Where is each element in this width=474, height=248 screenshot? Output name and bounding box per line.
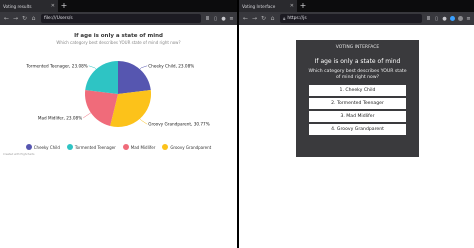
slice-connector bbox=[139, 118, 148, 125]
slice-label: Mad Midlifer, 23.08% bbox=[38, 115, 82, 120]
legend-swatch bbox=[25, 144, 32, 150]
pie-chart: Cheeky Child, 23.08% Groovy Grandparent, … bbox=[25, 61, 210, 127]
legend-item[interactable]: Groovy Grandparent bbox=[162, 144, 211, 150]
library-icon[interactable]: Ⅲ bbox=[425, 14, 432, 23]
account-icon[interactable]: ● bbox=[441, 14, 448, 23]
results-window: Voting results ✕ + ← → ↻ ⌂ file:///Users… bbox=[0, 0, 237, 248]
vote-options: 1. Cheeky Child 2. Tormented Teenager 3.… bbox=[296, 85, 419, 136]
pie-slice-cheeky-child[interactable] bbox=[118, 61, 151, 94]
poll-title: If age is only a state of mind bbox=[314, 58, 401, 65]
url-bar[interactable]: 🔒︎ https://js bbox=[280, 14, 422, 23]
reload-icon[interactable]: ↻ bbox=[20, 14, 29, 23]
tab-bar: Voting Interface ✕ + bbox=[239, 0, 474, 12]
legend-item[interactable]: Mad Midlifer bbox=[122, 144, 156, 150]
slice-connector bbox=[139, 65, 148, 70]
legend-label: Cheeky Child bbox=[33, 144, 60, 150]
back-arrow-icon[interactable]: ← bbox=[241, 14, 250, 23]
extension-icon[interactable] bbox=[457, 14, 464, 23]
poll-question: Which category best describes YOUR state… bbox=[308, 69, 407, 81]
voting-card: VOTING INTERFACE If age is only a state … bbox=[296, 40, 419, 157]
url-text: https://js bbox=[287, 16, 307, 21]
nav-bar: ← → ↻ ⌂ file:///Users/s Ⅲ ▯ ● ≡ bbox=[0, 12, 237, 25]
home-icon[interactable]: ⌂ bbox=[29, 14, 38, 23]
account-icon[interactable]: ● bbox=[220, 14, 227, 23]
url-text: file:///Users/s bbox=[44, 16, 73, 21]
legend-swatch bbox=[66, 144, 73, 150]
tab-title: Voting results bbox=[3, 3, 32, 9]
home-icon[interactable]: ⌂ bbox=[268, 14, 277, 23]
vote-option-mad-midlifer[interactable]: 3. Mad Midlifer bbox=[309, 111, 406, 123]
slice-label: Groovy Grandparent, 30.77% bbox=[148, 122, 210, 127]
legend-item[interactable]: Cheeky Child bbox=[25, 144, 60, 150]
reload-icon[interactable]: ↻ bbox=[259, 14, 268, 23]
library-icon[interactable]: Ⅲ bbox=[204, 14, 211, 23]
tab-voting-results[interactable]: Voting results ✕ bbox=[0, 0, 58, 12]
nav-bar: ← → ↻ ⌂ 🔒︎ https://js Ⅲ ▯ ● ≡ bbox=[239, 12, 474, 25]
pie-slice-tormented-teenager[interactable] bbox=[85, 61, 118, 94]
vote-option-groovy-grandparent[interactable]: 4. Groovy Grandparent bbox=[309, 124, 406, 136]
legend-swatch bbox=[162, 144, 169, 150]
vote-option-cheeky-child[interactable]: 1. Cheeky Child bbox=[309, 85, 406, 97]
legend-swatch bbox=[122, 144, 129, 150]
sidebar-icon[interactable]: ▯ bbox=[212, 14, 219, 23]
slice-connector bbox=[88, 65, 97, 70]
legend-label: Mad Midlifer bbox=[130, 144, 156, 150]
tab-title: Voting Interface bbox=[242, 3, 276, 9]
legend-item[interactable]: Tormented Teenager bbox=[66, 144, 116, 150]
pie-chart-container: If age is only a state of mind Which cat… bbox=[0, 25, 237, 248]
voting-window: Voting Interface ✕ + ← → ↻ ⌂ 🔒︎ https://… bbox=[239, 0, 474, 248]
vote-option-tormented-teenager[interactable]: 2. Tormented Teenager bbox=[309, 98, 406, 110]
voting-header: VOTING INTERFACE bbox=[335, 45, 380, 50]
chart-credit: Created with Highcharts bbox=[3, 153, 35, 156]
new-tab-plus-icon[interactable]: + bbox=[58, 0, 70, 12]
extension-icon[interactable] bbox=[449, 14, 456, 23]
menu-icon[interactable]: ≡ bbox=[465, 14, 472, 23]
slice-connector bbox=[83, 112, 91, 119]
chart-legend: Cheeky Child Tormented Teenager Mad Midlif… bbox=[0, 144, 237, 150]
slice-label: Cheeky Child, 23.08% bbox=[148, 63, 194, 68]
close-icon[interactable]: ✕ bbox=[51, 3, 55, 9]
tab-voting-interface[interactable]: Voting Interface ✕ bbox=[239, 0, 297, 12]
forward-arrow-icon[interactable]: → bbox=[250, 14, 259, 23]
close-icon[interactable]: ✕ bbox=[290, 3, 294, 9]
tab-bar: Voting results ✕ + bbox=[0, 0, 237, 12]
slice-label: Tormented Teenager, 23.08% bbox=[25, 63, 87, 68]
new-tab-plus-icon[interactable]: + bbox=[297, 0, 309, 12]
url-bar[interactable]: file:///Users/s bbox=[41, 14, 201, 23]
back-arrow-icon[interactable]: ← bbox=[2, 14, 11, 23]
menu-icon[interactable]: ≡ bbox=[228, 14, 235, 23]
legend-label: Groovy Grandparent bbox=[170, 144, 212, 150]
sidebar-icon[interactable]: ▯ bbox=[433, 14, 440, 23]
forward-arrow-icon[interactable]: → bbox=[11, 14, 20, 23]
lock-icon: 🔒︎ bbox=[283, 16, 286, 22]
legend-label: Tormented Teenager bbox=[74, 144, 116, 150]
